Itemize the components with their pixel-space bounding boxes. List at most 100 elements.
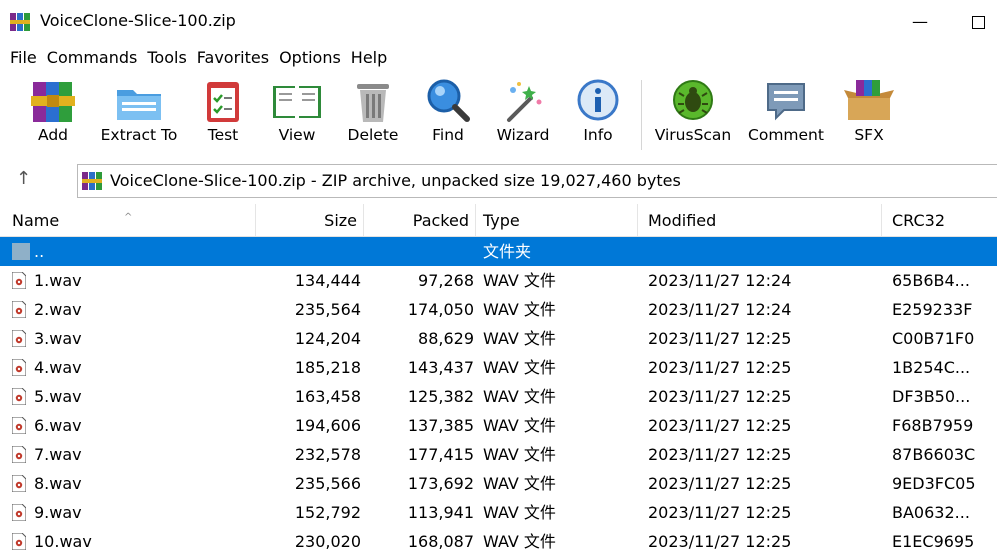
find-button[interactable]: Find [420, 78, 476, 158]
menu-tools[interactable]: Tools [137, 44, 186, 72]
table-row[interactable]: 8.wav 235,566 173,692 WAV 文件 2023/11/27 12:2… [0, 469, 997, 498]
menu-help[interactable]: Help [341, 44, 387, 72]
file-crc32: C00B71F0 [892, 329, 975, 348]
view-label: View [278, 126, 316, 144]
column-header: Name ^ Size Packed Type Modified CRC32 [0, 204, 997, 237]
extract-to-button[interactable]: Extract To [96, 78, 182, 158]
view-button[interactable]: View [266, 78, 328, 158]
file-crc32: 87B6603C [892, 445, 976, 464]
file-modified: 2023/11/27 12:25 [648, 532, 792, 551]
file-crc32: BA0632... [892, 503, 970, 522]
table-row[interactable]: 9.wav 152,792 113,941 WAV 文件 2023/11/27 12:2… [0, 498, 997, 527]
comment-label: Comment [748, 126, 824, 144]
file-size: 124,204 [294, 329, 361, 348]
add-button[interactable]: Add [22, 78, 84, 158]
wav-file-icon [12, 301, 26, 318]
file-name: 8.wav [34, 474, 82, 493]
find-magnifier-icon [427, 79, 470, 122]
file-crc32: 1B254C... [892, 358, 971, 377]
wizard-button[interactable]: Wizard [492, 78, 554, 158]
maximize-button[interactable] [966, 8, 990, 36]
table-row[interactable]: 7.wav 232,578 177,415 WAV 文件 2023/11/27 12:2… [0, 440, 997, 469]
sfx-button[interactable]: SFX [840, 78, 898, 158]
file-name: 6.wav [34, 416, 82, 435]
file-type: WAV 文件 [483, 358, 556, 377]
file-type: WAV 文件 [483, 503, 556, 522]
menu-file[interactable]: File [0, 44, 37, 72]
toolbar-separator [641, 80, 642, 150]
file-crc32: F68B7959 [892, 416, 974, 435]
column-crc32[interactable]: CRC32 [882, 204, 997, 236]
column-size[interactable]: Size [256, 204, 364, 236]
column-name[interactable]: Name ^ [0, 204, 256, 236]
menu-options[interactable]: Options [269, 44, 341, 72]
file-modified: 2023/11/27 12:24 [648, 271, 792, 290]
title-bar: VoiceClone-Slice-100.zip — [0, 0, 997, 44]
wav-file-icon [12, 272, 26, 289]
info-button[interactable]: Info [572, 78, 624, 158]
table-row[interactable]: 1.wav 134,444 97,268 WAV 文件 2023/11/27 12:24… [0, 266, 997, 295]
column-name-label: Name [12, 211, 60, 230]
add-label: Add [37, 126, 68, 144]
find-label: Find [432, 126, 464, 144]
file-crc32: DF3B50... [892, 387, 971, 406]
file-crc32: E259233F [892, 300, 973, 319]
test-button[interactable]: Test [196, 78, 250, 158]
column-type[interactable]: Type [476, 204, 638, 236]
table-row[interactable]: 5.wav 163,458 125,382 WAV 文件 2023/11/27 12:2… [0, 382, 997, 411]
file-name: 10.wav [34, 532, 92, 551]
parent-folder-row[interactable]: .. 文件夹 [0, 237, 997, 266]
table-row[interactable]: 4.wav 185,218 143,437 WAV 文件 2023/11/27 12:2… [0, 353, 997, 382]
file-type: WAV 文件 [483, 474, 556, 493]
file-name: 9.wav [34, 503, 82, 522]
column-packed[interactable]: Packed [364, 204, 476, 236]
file-crc32: E1EC9695 [892, 532, 975, 551]
file-type: WAV 文件 [483, 329, 556, 348]
wizard-wand-icon [507, 82, 542, 122]
table-row[interactable]: 10.wav 230,020 168,087 WAV 文件 2023/11/27 12:… [0, 527, 997, 556]
table-row[interactable]: 6.wav 194,606 137,385 WAV 文件 2023/11/27 12:2… [0, 411, 997, 440]
file-packed: 88,629 [418, 329, 474, 348]
sort-ascending-icon: ^ [124, 212, 133, 223]
file-packed: 174,050 [407, 300, 474, 319]
table-row[interactable]: 2.wav 235,564 174,050 WAV 文件 2023/11/27 12:2… [0, 295, 997, 324]
file-packed: 173,692 [407, 474, 474, 493]
file-modified: 2023/11/27 12:25 [648, 329, 792, 348]
address-field[interactable]: VoiceClone-Slice-100.zip - ZIP archive, … [77, 164, 997, 198]
file-packed: 143,437 [407, 358, 474, 377]
file-size: 235,564 [294, 300, 361, 319]
virusscan-button[interactable]: VirusScan [653, 78, 733, 158]
table-row[interactable]: 3.wav 124,204 88,629 WAV 文件 2023/11/27 12:25… [0, 324, 997, 353]
test-clipboard-icon [207, 82, 239, 122]
file-name: 4.wav [34, 358, 82, 377]
file-packed: 125,382 [407, 387, 474, 406]
wav-file-icon [12, 446, 26, 463]
up-one-level-button[interactable]: ↑ [16, 168, 46, 194]
file-packed: 168,087 [407, 532, 474, 551]
column-modified[interactable]: Modified [638, 204, 882, 236]
wav-file-icon [12, 359, 26, 376]
comment-button[interactable]: Comment [745, 78, 827, 158]
menu-commands[interactable]: Commands [37, 44, 138, 72]
wizard-label: Wizard [496, 126, 550, 144]
delete-button[interactable]: Delete [344, 78, 402, 158]
sfx-box-icon [844, 80, 894, 120]
wav-file-icon [12, 504, 26, 521]
extract-folder-icon [117, 90, 161, 120]
file-type: WAV 文件 [483, 416, 556, 435]
file-name: 2.wav [34, 300, 82, 319]
wav-file-icon [12, 417, 26, 434]
file-modified: 2023/11/27 12:25 [648, 416, 792, 435]
minimize-button[interactable]: — [908, 8, 932, 36]
file-modified: 2023/11/27 12:25 [648, 358, 792, 377]
file-type: WAV 文件 [483, 387, 556, 406]
wav-file-icon [12, 475, 26, 492]
winrar-app-icon [10, 13, 30, 31]
virus-scan-bug-icon [673, 80, 713, 120]
file-size: 232,578 [294, 445, 361, 464]
add-archive-icon [31, 82, 75, 122]
file-size: 230,020 [294, 532, 361, 551]
file-modified: 2023/11/27 12:25 [648, 503, 792, 522]
parent-folder-icon [12, 243, 30, 260]
menu-favorites[interactable]: Favorites [187, 44, 269, 72]
